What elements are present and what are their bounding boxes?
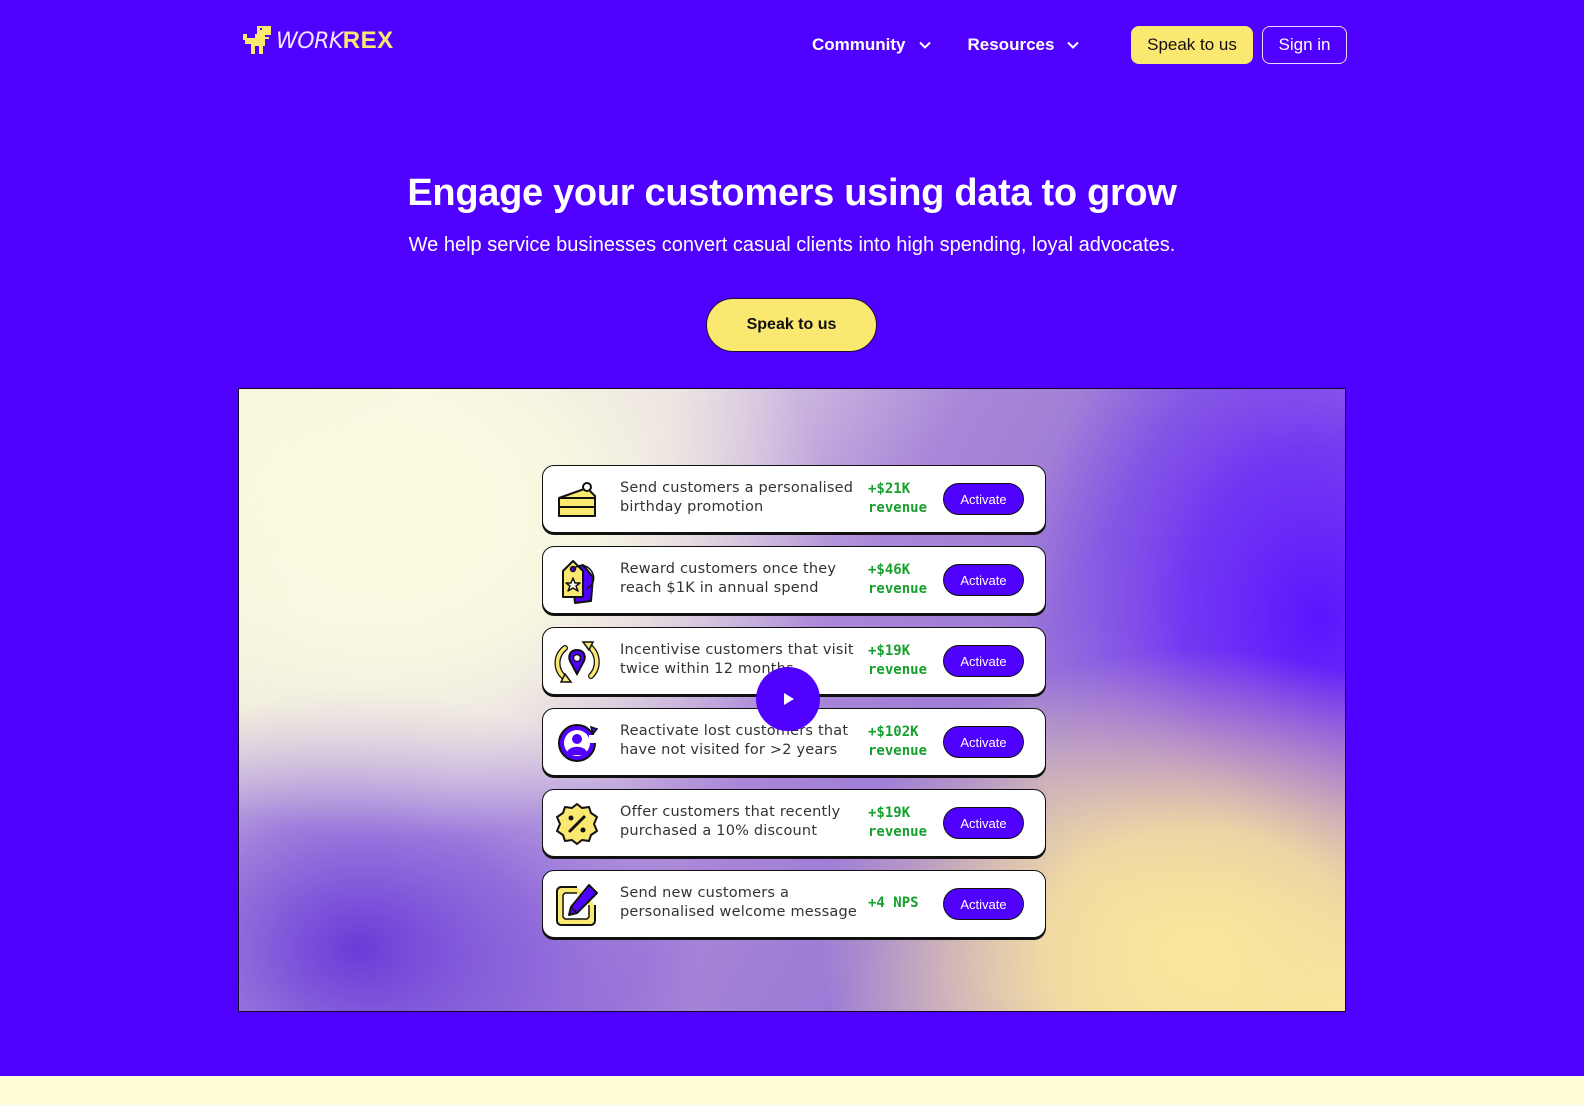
campaign-impact: +4 NPS bbox=[868, 894, 938, 913]
hero-subtitle: We help service businesses convert casua… bbox=[408, 234, 1176, 256]
chevron-down-icon bbox=[1067, 41, 1080, 49]
speak-to-us-nav-button[interactable]: Speak to us bbox=[1131, 26, 1253, 64]
brand-name-part2: REX bbox=[342, 27, 394, 54]
discount-badge-icon bbox=[556, 803, 598, 845]
brand-wordmark: WORKREX bbox=[276, 26, 394, 56]
impact-unit: revenue bbox=[868, 661, 928, 678]
nav-community-label: Community bbox=[812, 35, 906, 54]
impact-amount: +$102K bbox=[868, 724, 919, 740]
main-nav: Community Resources bbox=[812, 26, 1116, 64]
impact-amount: +$19K bbox=[868, 805, 911, 821]
campaign-impact: +$19K revenue bbox=[868, 642, 938, 679]
play-icon bbox=[784, 693, 794, 705]
next-section-edge bbox=[0, 1076, 1584, 1105]
campaign-description: Send new customers a personalised welcom… bbox=[620, 885, 858, 920]
dinosaur-icon bbox=[243, 26, 271, 54]
brand-logo[interactable]: WORKREX bbox=[243, 24, 394, 56]
activate-button[interactable]: Activate bbox=[943, 564, 1024, 596]
impact-amount: +$46K bbox=[868, 562, 911, 578]
campaign-description: Offer customers that recently purchased … bbox=[620, 804, 841, 839]
campaign-impact: +$19K revenue bbox=[868, 804, 938, 841]
tag-icon bbox=[562, 560, 595, 604]
activate-button[interactable]: Activate bbox=[943, 645, 1024, 677]
impact-amount: +$21K bbox=[868, 481, 911, 497]
impact-unit: revenue bbox=[868, 499, 928, 516]
impact-unit: revenue bbox=[868, 742, 928, 759]
campaign-card: Reward customers once they reach $1K in … bbox=[542, 546, 1046, 614]
site-header: WORKREX Community Resources Speak to us … bbox=[0, 0, 1584, 90]
chevron-down-icon bbox=[918, 41, 931, 49]
brand-name-part1: WORK bbox=[276, 29, 343, 54]
campaign-card: Send customers a personalised birthday p… bbox=[542, 465, 1046, 533]
activate-button[interactable]: Activate bbox=[943, 807, 1024, 839]
campaign-description: Reward customers once they reach $1K in … bbox=[620, 561, 837, 596]
hero-title: Engage your customers using data to grow bbox=[407, 172, 1177, 214]
impact-unit: revenue bbox=[868, 580, 928, 597]
cake-icon bbox=[558, 482, 596, 517]
sign-in-button[interactable]: Sign in bbox=[1262, 26, 1347, 64]
campaign-description: Send customers a personalised birthday p… bbox=[620, 480, 854, 515]
activate-button[interactable]: Activate bbox=[943, 726, 1024, 758]
campaign-impact: +$46K revenue bbox=[868, 561, 938, 598]
activate-button[interactable]: Activate bbox=[943, 888, 1024, 920]
activate-button[interactable]: Activate bbox=[943, 483, 1024, 515]
impact-unit: revenue bbox=[868, 823, 928, 840]
campaign-description: Incentivise customers that visit twice w… bbox=[620, 642, 854, 677]
play-button[interactable] bbox=[756, 667, 820, 731]
nav-community[interactable]: Community bbox=[812, 35, 932, 55]
edit-message-icon bbox=[556, 884, 598, 926]
impact-amount: +4 NPS bbox=[868, 895, 919, 911]
campaign-impact: +$21K revenue bbox=[868, 480, 938, 517]
nav-resources-label: Resources bbox=[967, 35, 1055, 54]
user-refresh-icon bbox=[558, 724, 599, 762]
impact-amount: +$19K bbox=[868, 643, 911, 659]
campaign-description: Reactivate lost customers that have not … bbox=[620, 723, 849, 758]
campaign-card: Offer customers that recently purchased … bbox=[542, 789, 1046, 857]
demo-video[interactable]: Send customers a personalised birthday p… bbox=[238, 388, 1346, 1012]
nav-resources[interactable]: Resources bbox=[968, 35, 1081, 55]
speak-to-us-hero-button[interactable]: Speak to us bbox=[706, 298, 877, 352]
location-cycle-icon bbox=[554, 641, 600, 683]
campaign-card: Send new customers a personalised welcom… bbox=[542, 870, 1046, 938]
campaign-impact: +$102K revenue bbox=[868, 723, 938, 760]
